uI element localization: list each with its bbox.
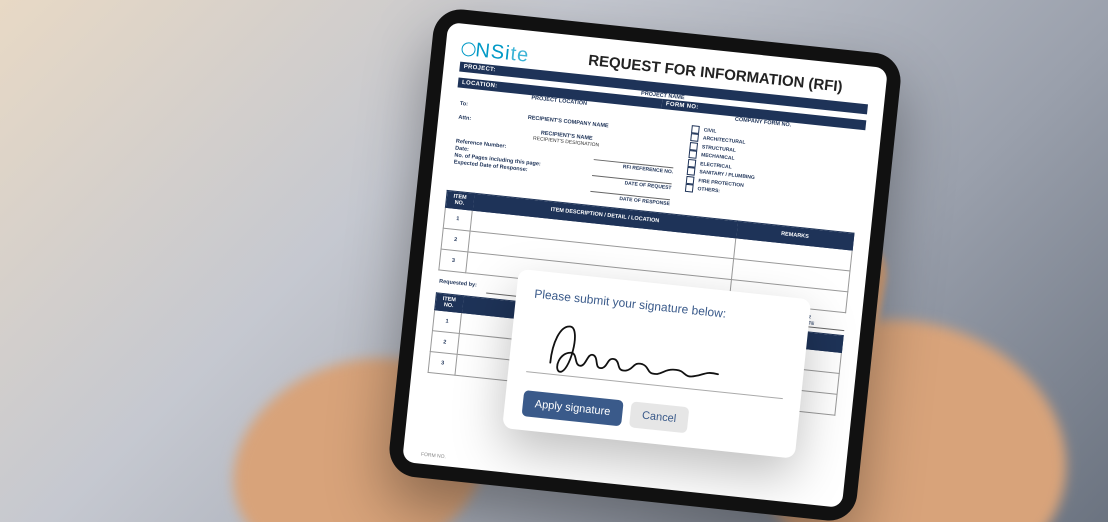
discipline-checkbox[interactable] xyxy=(686,175,695,184)
discipline-checkbox[interactable] xyxy=(690,142,699,151)
discipline-block: CIVILARCHITECTURALSTRUCTURALMECHANICALEL… xyxy=(679,122,864,229)
discipline-checkbox[interactable] xyxy=(687,167,696,176)
to-label: To: xyxy=(460,101,469,108)
item-no-cell: 3 xyxy=(439,249,468,273)
item-no-cell: 1 xyxy=(432,310,461,334)
footer-form-no: FORM NO. xyxy=(421,452,446,461)
signature-modal: Please submit your signature below: Appl… xyxy=(502,269,811,459)
apply-signature-button[interactable]: Apply signature xyxy=(522,390,624,426)
cancel-button[interactable]: Cancel xyxy=(629,401,690,433)
discipline-checkbox[interactable] xyxy=(691,125,700,134)
signature-stroke-icon xyxy=(525,311,789,408)
discipline-checkbox[interactable] xyxy=(690,133,699,142)
discipline-checkbox[interactable] xyxy=(685,184,694,193)
item-no-cell: 3 xyxy=(428,352,457,376)
tablet-screen[interactable]: NSite REQUEST FOR INFORMATION (RFI) PROJ… xyxy=(402,22,888,508)
discipline-checkbox[interactable] xyxy=(689,150,698,159)
requested-by-label: Requested by: xyxy=(436,274,487,293)
discipline-label: OTHERS: xyxy=(697,186,720,194)
discipline-label: CIVIL xyxy=(703,127,716,134)
signature-pad[interactable] xyxy=(525,311,789,408)
item-no-cell: 1 xyxy=(443,207,472,231)
item-no-cell: 2 xyxy=(441,228,470,252)
discipline-checkbox[interactable] xyxy=(688,158,697,167)
tablet-device: NSite REQUEST FOR INFORMATION (RFI) PROJ… xyxy=(387,7,904,522)
attn-label: Attn: xyxy=(458,115,471,122)
item-no-cell: 2 xyxy=(430,331,459,355)
